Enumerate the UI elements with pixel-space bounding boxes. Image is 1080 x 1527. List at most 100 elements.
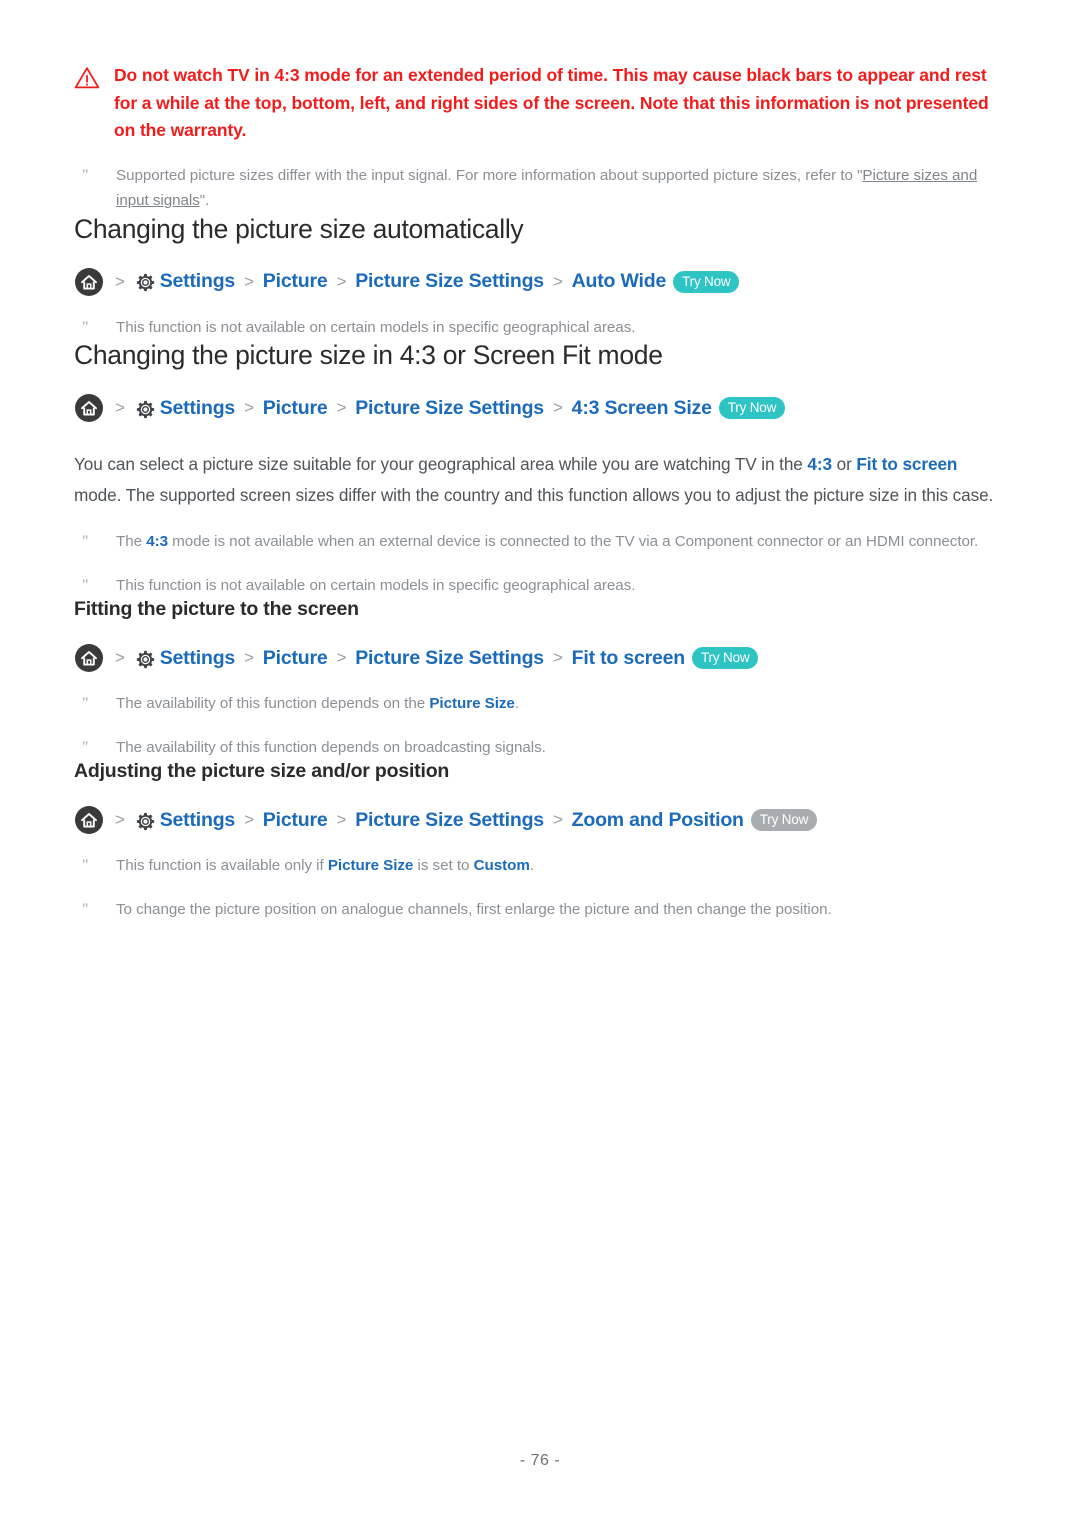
path-chevron: > <box>244 648 254 667</box>
warning-text: Do not watch TV in 4:3 mode for an exten… <box>114 65 989 140</box>
note-supported-sizes: " Supported picture sizes differ with th… <box>74 163 1006 214</box>
note-text: This function is not available on certai… <box>116 576 636 594</box>
note-bullet-mark: " <box>82 318 89 336</box>
inline-link-43[interactable]: 4:3 <box>807 454 832 474</box>
try-now-badge[interactable]: Try Now <box>750 809 818 831</box>
note-text-middle: is set to <box>413 857 474 874</box>
note-bullet-mark: " <box>82 738 89 756</box>
try-now-badge[interactable]: Try Now <box>673 270 740 293</box>
path-chevron: > <box>336 398 347 417</box>
path-crumb-43-screen-size[interactable]: 4:3 Screen Size <box>572 397 712 420</box>
path-chevron: > <box>115 398 125 417</box>
path-crumb-picture-size-settings[interactable]: Picture Size Settings <box>355 270 544 293</box>
note-text-before: Supported picture sizes differ with the … <box>116 166 863 184</box>
warning-callout: Do not watch TV in 4:3 mode for an exten… <box>74 0 1006 145</box>
path-chevron: > <box>244 271 254 291</box>
page-number-footer: - 76 - <box>519 1452 561 1469</box>
gear-icon[interactable] <box>134 810 157 833</box>
note-not-available-models: " This function is not available on cert… <box>74 573 1006 599</box>
note-depends-broadcast: " The availability of this function depe… <box>74 735 1006 761</box>
note-text-after: ". <box>199 192 210 209</box>
note-bullet-mark: " <box>82 533 89 550</box>
note-component-hdmi: " The 4:3 mode is not available when an … <box>74 529 1006 555</box>
note-bullet-mark: " <box>82 900 89 918</box>
note-depends-picture-size: " The availability of this function depe… <box>74 691 1006 717</box>
path-chevron: > <box>336 271 347 291</box>
try-now-badge[interactable]: Try Now <box>718 397 786 419</box>
paragraph-part-2: or <box>831 454 857 474</box>
home-icon[interactable] <box>74 393 104 423</box>
paragraph-43-description: You can select a picture size suitable f… <box>74 449 1006 511</box>
note-not-available-models: " This function is not available on cert… <box>74 315 1006 341</box>
path-crumb-settings[interactable]: Settings <box>160 397 236 420</box>
home-icon[interactable] <box>74 643 104 673</box>
gear-icon[interactable] <box>134 271 157 294</box>
note-analogue-position: " To change the picture position on anal… <box>74 897 1006 923</box>
path-crumb-picture[interactable]: Picture <box>263 809 328 832</box>
path-chevron: > <box>336 810 347 829</box>
section-title-43-screen-fit: Changing the picture size in 4:3 or Scre… <box>74 340 663 370</box>
note-bullet-mark: " <box>82 695 89 712</box>
path-crumb-picture[interactable]: Picture <box>263 270 328 293</box>
path-chevron: > <box>336 648 347 667</box>
note-text-before: The availability of this function depend… <box>116 695 430 712</box>
gear-icon[interactable] <box>134 398 157 421</box>
menu-path-43-screen-size: > Settings > Picture > Picture Size Sett… <box>74 393 1006 423</box>
menu-path-fit-to-screen: > Settings > Picture > Picture Size Sett… <box>74 643 1006 673</box>
path-crumb-picture-size-settings[interactable]: Picture Size Settings <box>355 647 544 670</box>
path-chevron: > <box>244 810 254 829</box>
paragraph-part-3: mode. The supported screen sizes differ … <box>74 485 994 505</box>
note-text: The availability of this function depend… <box>116 691 1006 717</box>
note-text-after: . <box>529 857 534 874</box>
note-text-before: This function is available only if <box>116 857 328 874</box>
note-text: This function is not available on certai… <box>116 318 636 336</box>
path-crumb-settings[interactable]: Settings <box>160 270 236 293</box>
note-bullet-mark: " <box>82 576 89 594</box>
path-crumb-zoom-and-position[interactable]: Zoom and Position <box>572 809 744 832</box>
try-now-badge[interactable]: Try Now <box>692 647 759 669</box>
path-chevron: > <box>115 271 125 291</box>
home-icon[interactable] <box>74 267 104 297</box>
path-crumb-picture-size-settings[interactable]: Picture Size Settings <box>355 397 544 420</box>
inline-keyword-picture-size[interactable]: Picture Size <box>429 695 515 712</box>
note-text: The 4:3 mode is not available when an ex… <box>116 529 1006 555</box>
path-crumb-settings[interactable]: Settings <box>160 647 236 670</box>
note-text: Supported picture sizes differ with the … <box>116 163 1006 214</box>
subsection-title-fit-to-screen: Fitting the picture to the screen <box>74 598 359 620</box>
inline-keyword-picture-size[interactable]: Picture Size <box>328 857 414 874</box>
path-crumb-picture[interactable]: Picture <box>263 647 328 670</box>
path-crumb-fit-to-screen[interactable]: Fit to screen <box>572 647 686 670</box>
note-text-after: . <box>514 695 519 712</box>
note-text-after: mode is not available when an external d… <box>168 533 979 550</box>
note-text: To change the picture position on analog… <box>116 900 832 918</box>
path-chevron: > <box>552 648 563 667</box>
note-bullet-mark: " <box>82 166 89 184</box>
path-chevron: > <box>115 810 125 829</box>
inline-keyword-custom[interactable]: Custom <box>474 857 530 874</box>
note-text: The availability of this function depend… <box>116 738 546 756</box>
note-text: This function is available only if Pictu… <box>116 853 1006 879</box>
path-crumb-picture-size-settings[interactable]: Picture Size Settings <box>355 809 544 832</box>
path-chevron: > <box>552 271 563 291</box>
path-chevron: > <box>244 398 254 417</box>
warning-triangle-icon <box>74 62 100 90</box>
menu-path-auto-wide: > Settings > Picture > Picture Size Sett… <box>74 267 1006 297</box>
path-chevron: > <box>115 648 125 667</box>
inline-keyword-43[interactable]: 4:3 <box>146 533 168 550</box>
path-crumb-auto-wide[interactable]: Auto Wide <box>572 270 667 293</box>
paragraph-part-1: You can select a picture size suitable f… <box>74 454 808 474</box>
home-icon[interactable] <box>74 805 104 835</box>
inline-link-fit-to-screen[interactable]: Fit to screen <box>856 454 957 474</box>
document-page: Do not watch TV in 4:3 mode for an exten… <box>0 0 1080 1527</box>
path-crumb-settings[interactable]: Settings <box>160 809 236 832</box>
path-crumb-picture[interactable]: Picture <box>263 397 328 420</box>
path-chevron: > <box>552 810 563 829</box>
note-text-before: The <box>116 533 147 550</box>
gear-icon[interactable] <box>134 648 157 671</box>
section-title-auto-wide: Changing the picture size automatically <box>74 213 524 244</box>
subsection-title-zoom-position: Adjusting the picture size and/or positi… <box>74 760 450 782</box>
path-chevron: > <box>552 398 563 417</box>
note-only-if-custom: " This function is available only if Pic… <box>74 853 1006 879</box>
menu-path-zoom-and-position: > Settings > Picture > Picture Size Sett… <box>74 805 1006 835</box>
note-bullet-mark: " <box>82 857 89 874</box>
